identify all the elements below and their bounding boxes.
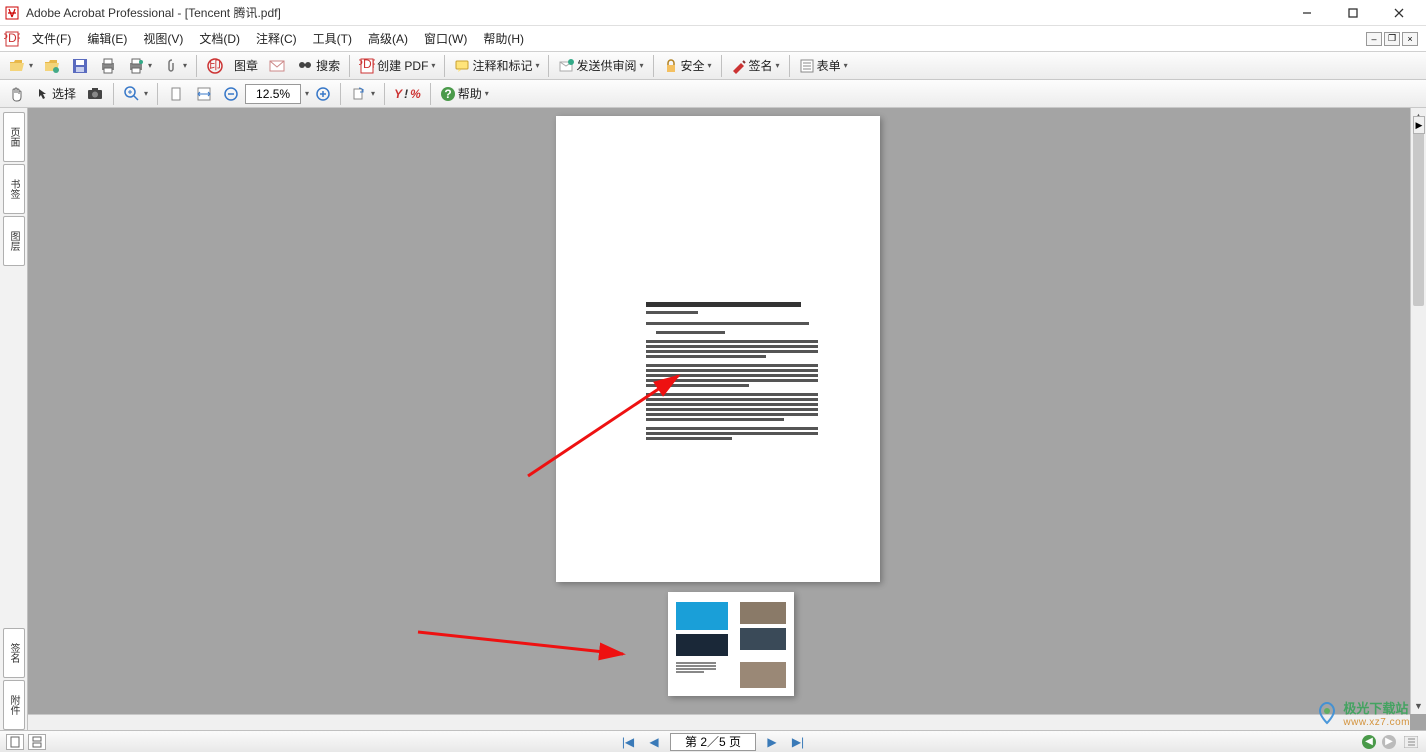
- document-canvas[interactable]: ▲ ▼ ▶: [28, 108, 1426, 730]
- forward-view-button[interactable]: ▶: [1382, 735, 1396, 749]
- minimize-button[interactable]: [1284, 0, 1330, 26]
- fit-page-button[interactable]: [163, 83, 189, 105]
- menu-bar: PDF 文件(F) 编辑(E) 视图(V) 文档(D) 注释(C) 工具(T) …: [0, 26, 1426, 52]
- window-controls: [1284, 0, 1422, 26]
- nav-tab-attachments[interactable]: 附件: [3, 680, 25, 730]
- first-page-button[interactable]: |◀: [618, 734, 638, 750]
- nav-tab-signatures[interactable]: 签名: [3, 628, 25, 678]
- acrobat-icon: [4, 5, 20, 21]
- hand-tool-button[interactable]: [4, 83, 30, 105]
- svg-text:印: 印: [209, 58, 221, 72]
- mdi-minimize-button[interactable]: –: [1366, 32, 1382, 46]
- page-layout-single-button[interactable]: [6, 734, 24, 750]
- svg-text:?: ?: [444, 87, 451, 101]
- menu-view[interactable]: 视图(V): [135, 27, 191, 50]
- seal-icon[interactable]: 印: [202, 55, 228, 77]
- toolbar-view: 选择 ▾ ▾ ▾ Y!% ?帮助▾: [0, 80, 1426, 108]
- snapshot-tool-button[interactable]: [82, 83, 108, 105]
- mdi-restore-button[interactable]: ❐: [1384, 32, 1400, 46]
- title-bar: Adobe Acrobat Professional - [Tencent 腾讯…: [0, 0, 1426, 26]
- pdf-page-2: [668, 592, 794, 696]
- email-button[interactable]: [264, 55, 290, 77]
- menu-tools[interactable]: 工具(T): [305, 27, 360, 50]
- forms-button[interactable]: 表单▾: [795, 55, 852, 77]
- zoom-out-button[interactable]: [219, 83, 243, 105]
- last-page-button[interactable]: ▶|: [788, 734, 808, 750]
- window-title: Adobe Acrobat Professional - [Tencent 腾讯…: [26, 4, 1284, 21]
- sign-button[interactable]: 签名▾: [727, 55, 784, 77]
- menu-file[interactable]: 文件(F): [24, 27, 79, 50]
- menu-help[interactable]: 帮助(H): [475, 27, 532, 50]
- menu-edit[interactable]: 编辑(E): [79, 27, 135, 50]
- help-button[interactable]: ?帮助▾: [436, 83, 493, 105]
- secure-button[interactable]: 安全▾: [659, 55, 716, 77]
- comment-markup-button[interactable]: 注释和标记▾: [450, 55, 543, 77]
- stamp-button[interactable]: 图章: [230, 55, 262, 77]
- page-number-input[interactable]: [670, 733, 756, 751]
- create-pdf-button[interactable]: PDF创建 PDF▾: [355, 55, 439, 77]
- maximize-button[interactable]: [1330, 0, 1376, 26]
- main-area: 页面 书签 图层 签名 附件: [0, 108, 1426, 730]
- rotate-button[interactable]: ▾: [346, 83, 379, 105]
- svg-text:PDF: PDF: [4, 31, 20, 45]
- back-view-button[interactable]: ◀: [1362, 735, 1376, 749]
- scan-button[interactable]: ▾: [123, 55, 156, 77]
- zoom-level-input[interactable]: [245, 84, 301, 104]
- search-button[interactable]: 搜索: [292, 55, 344, 77]
- svg-text:PDF: PDF: [359, 58, 375, 71]
- menu-advanced[interactable]: 高级(A): [360, 27, 416, 50]
- menu-comments[interactable]: 注释(C): [248, 27, 305, 50]
- annotation-arrow-2: [408, 624, 638, 664]
- menu-document[interactable]: 文档(D): [191, 27, 248, 50]
- menu-window[interactable]: 窗口(W): [416, 27, 475, 50]
- organizer-button[interactable]: [39, 55, 65, 77]
- pdf-document-icon: PDF: [4, 31, 20, 47]
- open-button[interactable]: ▾: [4, 55, 37, 77]
- expand-right-pane-button[interactable]: ▶: [1413, 116, 1425, 134]
- prev-page-button[interactable]: ◀: [644, 734, 664, 750]
- status-bar: |◀ ◀ ▶ ▶| ◀ ▶: [0, 730, 1426, 752]
- fit-width-button[interactable]: [191, 83, 217, 105]
- right-pane-handle: ▶: [1412, 112, 1426, 726]
- nav-tab-pages[interactable]: 页面: [3, 112, 25, 162]
- zoom-in-button[interactable]: [311, 83, 335, 105]
- print-button[interactable]: [95, 55, 121, 77]
- mdi-close-button[interactable]: ×: [1402, 32, 1418, 46]
- select-tool-button[interactable]: 选择: [32, 83, 80, 105]
- page-layout-continuous-button[interactable]: [28, 734, 46, 750]
- status-options-button[interactable]: [1402, 734, 1420, 750]
- send-review-button[interactable]: 发送供审阅▾: [554, 55, 647, 77]
- navigation-pane: 页面 书签 图层 签名 附件: [0, 108, 28, 730]
- attach-button[interactable]: ▾: [158, 55, 191, 77]
- pdf-page-1: [556, 116, 880, 582]
- nav-tab-layers[interactable]: 图层: [3, 216, 25, 266]
- next-page-button[interactable]: ▶: [762, 734, 782, 750]
- close-button[interactable]: [1376, 0, 1422, 26]
- yozo-button[interactable]: Y!%: [390, 83, 425, 105]
- toolbar-main: ▾ ▾ ▾ 印 图章 搜索 PDF创建 PDF▾ 注释和标记▾ 发送供审阅▾ 安…: [0, 52, 1426, 80]
- zoom-in-tool-button[interactable]: ▾: [119, 83, 152, 105]
- horizontal-scrollbar[interactable]: [28, 714, 1410, 730]
- save-button[interactable]: [67, 55, 93, 77]
- nav-tab-bookmarks[interactable]: 书签: [3, 164, 25, 214]
